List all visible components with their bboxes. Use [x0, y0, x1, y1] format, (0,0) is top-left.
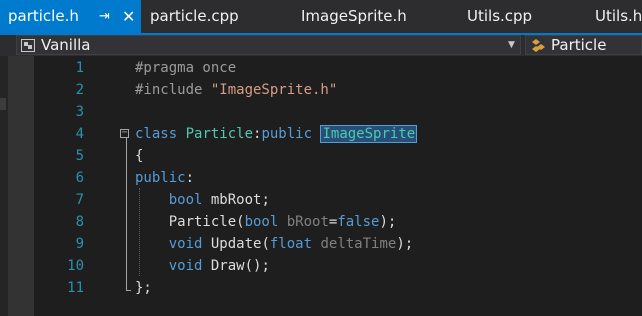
line-number: 2	[75, 82, 84, 98]
brace: {	[135, 148, 144, 164]
code-line-7: bool mbRoot;	[135, 189, 270, 211]
left-strip	[0, 56, 8, 316]
code-line-4: class Particle:public ImageSprite	[135, 123, 418, 145]
tab-particle-h[interactable]: particle.h ⇥ ✕	[0, 0, 141, 33]
line-number: 3	[75, 104, 84, 120]
code-line-1: #pragma once	[135, 57, 236, 79]
keyword: class	[135, 126, 178, 142]
pin-icon[interactable]: ⇥	[99, 0, 110, 33]
line-number: 9	[75, 236, 84, 252]
line-number: 10	[67, 258, 84, 274]
code-line-2: #include "ImageSprite.h"	[135, 79, 337, 101]
navigation-bar: Vanilla ▼ Particle	[0, 35, 642, 56]
tab-utils-cpp[interactable]: Utils.cpp	[467, 0, 532, 33]
code-line-9: void Update(float deltaTime);	[135, 233, 413, 255]
change-marker	[0, 98, 6, 110]
tab-bar: particle.h ⇥ ✕ particle.cpp ImageSprite.…	[0, 0, 642, 33]
line-number: 8	[75, 214, 84, 230]
scope-dropdown[interactable]: Particle	[525, 35, 642, 55]
code-line-10: void Draw();	[135, 255, 270, 277]
indicator-margin	[8, 56, 34, 316]
fold-line	[126, 138, 127, 291]
tab-label: Utils.h	[595, 7, 642, 25]
keyword: public	[261, 126, 313, 142]
line-number: 4	[75, 126, 84, 142]
project-dropdown[interactable]: Vanilla ▼	[16, 35, 521, 55]
tab-label: particle.h	[8, 7, 79, 25]
tab-label: Utils.cpp	[467, 7, 533, 25]
function-name: Particle(	[168, 214, 245, 230]
punctuation: );	[379, 214, 397, 230]
keyword: bool	[168, 192, 203, 208]
scope-label: Particle	[551, 36, 607, 54]
line-number: 11	[67, 280, 84, 296]
keyword: float	[269, 236, 313, 252]
tab-utils-h[interactable]: Utils.h	[595, 0, 642, 33]
brace: };	[135, 280, 152, 296]
keyword: false	[337, 214, 380, 230]
keyword: void	[168, 258, 203, 274]
punctuation: );	[396, 236, 414, 252]
line-number: 1	[75, 60, 84, 76]
line-number: 5	[75, 148, 84, 164]
collapse-icon[interactable]: −	[120, 128, 129, 138]
keyword: bool	[244, 214, 279, 230]
chevron-down-icon: ▼	[508, 40, 515, 50]
code-line-5: {	[135, 145, 143, 167]
preprocessor: #pragma once	[135, 60, 237, 76]
code-editor[interactable]: 1 2 3 4 5 6 7 8 9 10 11 − #pragma once #…	[0, 56, 642, 316]
keyword: void	[168, 236, 203, 252]
project-icon	[21, 39, 35, 52]
code-line-11: };	[135, 277, 152, 299]
class-icon	[532, 39, 545, 52]
close-icon[interactable]: ✕	[122, 0, 135, 33]
punctuation: :	[185, 170, 195, 186]
tab-particle-cpp[interactable]: particle.cpp	[150, 0, 239, 33]
highlighted-symbol[interactable]: ImageSprite	[320, 125, 418, 143]
identifier: mbRoot;	[202, 192, 270, 208]
project-label: Vanilla	[41, 36, 91, 54]
keyword: public	[135, 170, 186, 186]
tab-imagesprite-h[interactable]: ImageSprite.h	[301, 0, 407, 33]
code-line-6: public:	[135, 167, 194, 189]
function-name: Draw();	[202, 258, 270, 274]
fold-line-end	[126, 290, 131, 291]
code-line-8: Particle(bool bRoot=false);	[135, 211, 397, 233]
class-name: Particle	[177, 126, 254, 142]
parameter: deltaTime	[312, 236, 397, 252]
string-literal: "ImageSprite.h"	[210, 82, 338, 98]
tab-label: ImageSprite.h	[301, 7, 407, 25]
function-name: Update(	[202, 236, 270, 252]
line-number: 7	[75, 192, 84, 208]
parameter: bRoot	[278, 214, 329, 230]
line-number: 6	[75, 170, 84, 186]
preprocessor: #include	[135, 82, 211, 98]
tab-label: particle.cpp	[150, 7, 239, 25]
